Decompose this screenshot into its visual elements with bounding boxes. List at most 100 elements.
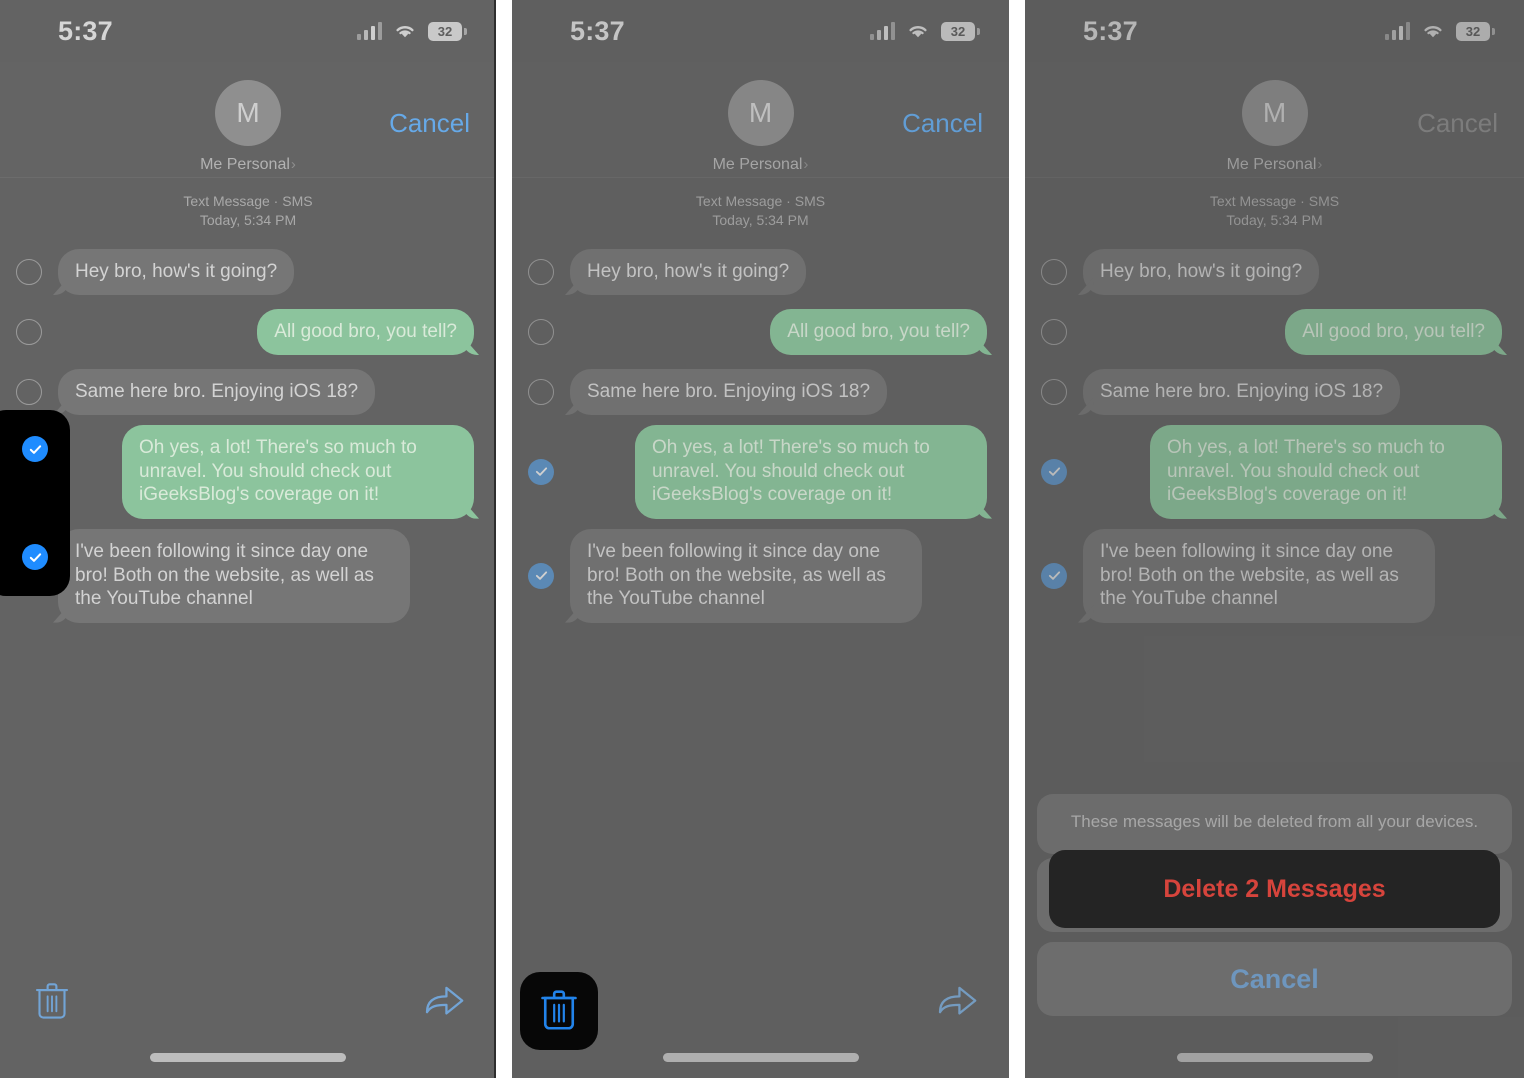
message-bubble[interactable]: Same here bro. Enjoying iOS 18? (1083, 368, 1401, 416)
contact-name[interactable]: Me Personal› (512, 156, 1009, 174)
battery-percent-label: 32 (437, 23, 453, 39)
select-checkbox-slot[interactable] (0, 258, 58, 285)
bubble-align: Same here bro. Enjoying iOS 18? (58, 368, 474, 416)
select-checkbox-slot[interactable] (512, 458, 570, 485)
message-bubble[interactable]: I've been following it since day one bro… (1083, 528, 1435, 623)
select-checkbox-slot[interactable] (0, 378, 58, 405)
forward-message-button[interactable] (931, 974, 983, 1026)
avatar[interactable]: M (727, 80, 794, 146)
message-row[interactable]: Same here bro. Enjoying iOS 18? (1025, 364, 1524, 420)
message-checkbox[interactable] (1041, 318, 1067, 345)
delete-trash-button[interactable] (26, 974, 78, 1026)
select-checkbox-slot[interactable] (1025, 458, 1083, 485)
message-checkbox[interactable] (528, 258, 554, 285)
thread-service-label: Text Message · SMS (183, 193, 313, 209)
cancel-selection-button[interactable]: Cancel (389, 108, 470, 139)
phone-screen-step-3: 5:37 32 M Me Personal› Cancel Text Messa… (1025, 0, 1524, 1078)
contact-name[interactable]: Me Personal› (0, 156, 496, 174)
message-checkbox-selected[interactable] (22, 436, 48, 462)
highlight-callout-delete[interactable]: Delete 2 Messages (1049, 850, 1500, 928)
message-checkbox-selected[interactable] (528, 562, 554, 589)
message-bubble[interactable]: Same here bro. Enjoying iOS 18? (58, 368, 376, 416)
cellular-signal-icon (869, 22, 895, 40)
wifi-icon (1421, 22, 1445, 40)
message-row[interactable]: I've been following it since day one bro… (512, 528, 1009, 624)
delete-trash-button[interactable] (539, 987, 579, 1036)
message-bubble[interactable]: Hey bro, how's it going? (570, 248, 807, 296)
message-row[interactable]: Oh yes, a lot! There's so much to unrave… (512, 424, 1009, 520)
panel-gap (1009, 0, 1025, 1078)
message-row[interactable]: Same here bro. Enjoying iOS 18? (512, 364, 1009, 420)
message-row[interactable]: Hey bro, how's it going? (0, 244, 496, 300)
chevron-right-icon: › (1317, 156, 1323, 173)
message-bubble[interactable]: Hey bro, how's it going? (1083, 248, 1320, 296)
message-bubble[interactable]: I've been following it since day one bro… (58, 528, 410, 623)
highlight-callout-trash (520, 972, 598, 1050)
message-bubble[interactable]: Hey bro, how's it going? (58, 248, 295, 296)
message-bubble[interactable]: All good bro, you tell? (770, 308, 987, 356)
select-checkbox-slot[interactable] (1025, 318, 1083, 345)
message-checkbox-selected[interactable] (528, 458, 554, 485)
message-row[interactable]: I've been following it since day one bro… (0, 528, 496, 624)
message-checkbox-selected[interactable] (22, 544, 48, 570)
wifi-icon (393, 22, 417, 40)
message-bubble[interactable]: Oh yes, a lot! There's so much to unrave… (1150, 424, 1502, 519)
delete-confirmation-action-sheet: These messages will be deleted from all … (1037, 794, 1512, 1016)
bubble-align: I've been following it since day one bro… (58, 528, 474, 623)
cancel-selection-button[interactable]: Cancel (902, 108, 983, 139)
avatar-initial: M (1262, 97, 1287, 128)
message-checkbox[interactable] (16, 378, 42, 405)
select-checkbox-slot[interactable] (512, 318, 570, 345)
avatar[interactable]: M (1241, 80, 1308, 146)
select-checkbox-slot[interactable] (1025, 258, 1083, 285)
chevron-right-icon: › (803, 156, 809, 173)
bubble-align: Oh yes, a lot! There's so much to unrave… (570, 424, 987, 519)
select-checkbox-slot[interactable] (1025, 378, 1083, 405)
message-checkbox[interactable] (16, 318, 42, 345)
cancel-selection-button[interactable]: Cancel (1417, 108, 1498, 139)
phone-screen-step-2: 5:37 32 M Me Personal› Cancel Text Messa… (512, 0, 1009, 1078)
message-checkbox[interactable] (528, 378, 554, 405)
message-row[interactable]: All good bro, you tell? (0, 304, 496, 360)
message-checkbox-selected[interactable] (1041, 458, 1067, 485)
avatar[interactable]: M (215, 80, 281, 146)
home-indicator (1176, 1053, 1373, 1062)
bubble-align: Same here bro. Enjoying iOS 18? (1083, 368, 1502, 416)
message-bubble[interactable]: All good bro, you tell? (257, 308, 474, 356)
select-checkbox-slot[interactable] (512, 258, 570, 285)
message-checkbox[interactable] (528, 318, 554, 345)
message-bubble[interactable]: I've been following it since day one bro… (570, 528, 922, 623)
message-checkbox[interactable] (1041, 378, 1067, 405)
message-row[interactable]: Oh yes, a lot! There's so much to unrave… (0, 424, 496, 520)
select-checkbox-slot[interactable] (512, 562, 570, 589)
message-row[interactable]: All good bro, you tell? (512, 304, 1009, 360)
select-checkbox-slot[interactable] (512, 378, 570, 405)
bubble-align: All good bro, you tell? (58, 308, 474, 356)
select-checkbox-slot[interactable] (1025, 562, 1083, 589)
message-bubble[interactable]: All good bro, you tell? (1285, 308, 1502, 356)
message-bubble[interactable]: Oh yes, a lot! There's so much to unrave… (122, 424, 474, 519)
selection-toolbar (0, 968, 496, 1032)
thread-meta: Text Message · SMS Today, 5:34 PM (512, 192, 1009, 230)
forward-message-button[interactable] (418, 974, 470, 1026)
battery-icon: 32 (428, 21, 467, 41)
message-row[interactable]: All good bro, you tell? (1025, 304, 1524, 360)
message-row[interactable]: Hey bro, how's it going? (512, 244, 1009, 300)
conversation-header: M Me Personal› Cancel (1025, 62, 1524, 178)
message-bubble[interactable]: Same here bro. Enjoying iOS 18? (570, 368, 888, 416)
message-checkbox[interactable] (16, 258, 42, 285)
message-row[interactable]: Same here bro. Enjoying iOS 18? (0, 364, 496, 420)
action-sheet-cancel-button[interactable]: Cancel (1037, 942, 1512, 1016)
message-thread: Text Message · SMS Today, 5:34 PM Hey br… (0, 178, 496, 624)
avatar-initial: M (748, 97, 773, 128)
message-row[interactable]: Oh yes, a lot! There's so much to unrave… (1025, 424, 1524, 520)
home-indicator (662, 1053, 859, 1062)
contact-name[interactable]: Me Personal› (1025, 156, 1524, 174)
message-checkbox-selected[interactable] (1041, 562, 1067, 589)
trash-icon (541, 989, 577, 1030)
select-checkbox-slot[interactable] (0, 318, 58, 345)
message-bubble[interactable]: Oh yes, a lot! There's so much to unrave… (635, 424, 987, 519)
message-row[interactable]: Hey bro, how's it going? (1025, 244, 1524, 300)
message-row[interactable]: I've been following it since day one bro… (1025, 528, 1524, 624)
message-checkbox[interactable] (1041, 258, 1067, 285)
